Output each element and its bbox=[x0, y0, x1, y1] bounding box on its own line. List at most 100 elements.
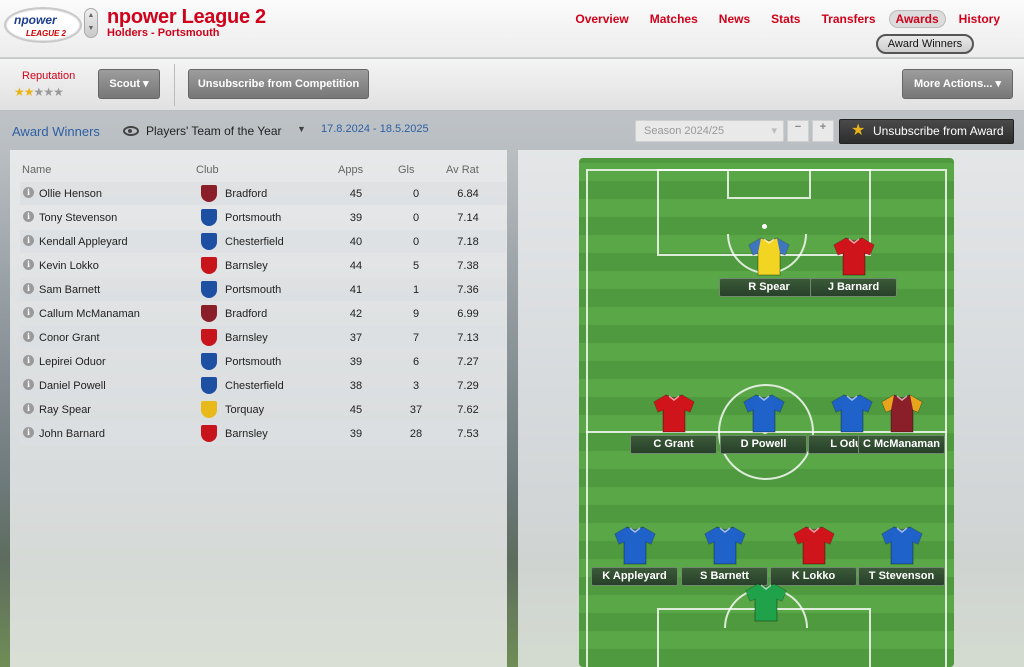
nav-stats[interactable]: Stats bbox=[763, 10, 808, 28]
player-shirt-icon[interactable] bbox=[792, 525, 836, 565]
player-shirt-icon[interactable] bbox=[652, 393, 696, 433]
unsubscribe-award-button[interactable]: ★ Unsubscribe from Award bbox=[839, 119, 1014, 144]
player-club[interactable]: Bradford bbox=[225, 188, 267, 200]
info-icon[interactable]: i bbox=[23, 211, 34, 222]
player-name[interactable]: Sam Barnett bbox=[39, 284, 100, 296]
player-name[interactable]: John Barnard bbox=[39, 428, 105, 440]
goal-area-top bbox=[727, 169, 811, 199]
info-icon[interactable]: i bbox=[23, 331, 34, 342]
table-row[interactable]: i Lepirei Oduor Portsmouth 39 6 7.27 bbox=[20, 350, 506, 373]
player-name[interactable]: Kevin Lokko bbox=[39, 260, 99, 272]
player-club[interactable]: Bradford bbox=[225, 308, 267, 320]
player-avrat: 7.29 bbox=[457, 380, 479, 392]
player-shirt-icon[interactable] bbox=[613, 525, 657, 565]
club-crest-icon bbox=[201, 233, 217, 250]
player-shirt-icon[interactable] bbox=[747, 236, 791, 276]
nav-transfers[interactable]: Transfers bbox=[813, 10, 883, 28]
pitch-player-name[interactable]: R Spear bbox=[719, 278, 819, 297]
eye-icon[interactable] bbox=[123, 126, 139, 136]
season-next-button[interactable]: + bbox=[812, 120, 834, 142]
info-icon[interactable]: i bbox=[23, 283, 34, 294]
table-row[interactable]: i Ray Spear Torquay 45 37 7.62 bbox=[20, 398, 506, 421]
star-icon: ★ bbox=[851, 122, 866, 139]
chevron-down-icon[interactable]: ▼ bbox=[297, 124, 306, 134]
player-name[interactable]: Callum McManaman bbox=[39, 308, 140, 320]
player-avrat: 7.14 bbox=[457, 212, 479, 224]
table-row[interactable]: i John Barnard Barnsley 39 28 7.53 bbox=[20, 422, 506, 445]
player-club[interactable]: Portsmouth bbox=[225, 356, 281, 368]
player-shirt-icon[interactable] bbox=[832, 236, 876, 276]
player-club[interactable]: Chesterfield bbox=[225, 236, 284, 248]
info-icon[interactable]: i bbox=[23, 379, 34, 390]
info-icon[interactable]: i bbox=[23, 427, 34, 438]
table-row[interactable]: i Kendall Appleyard Chesterfield 40 0 7.18 bbox=[20, 230, 506, 253]
top-nav: Overview Matches News Stats Transfers Aw… bbox=[562, 10, 1008, 28]
star-icon: ★ bbox=[43, 85, 54, 99]
nav-news[interactable]: News bbox=[711, 10, 758, 28]
award-selector[interactable]: Players' Team of the Year bbox=[146, 124, 282, 138]
player-name[interactable]: Tony Stevenson bbox=[39, 212, 117, 224]
pitch-player-name[interactable]: C McManaman bbox=[858, 435, 945, 454]
info-icon[interactable]: i bbox=[23, 259, 34, 270]
info-icon[interactable]: i bbox=[23, 307, 34, 318]
table-row[interactable]: i Callum McManaman Bradford 42 9 6.99 bbox=[20, 302, 506, 325]
nav-overview[interactable]: Overview bbox=[567, 10, 636, 28]
col-header-gls[interactable]: Gls bbox=[398, 164, 415, 176]
player-club[interactable]: Barnsley bbox=[225, 260, 268, 272]
col-header-apps[interactable]: Apps bbox=[338, 164, 363, 176]
player-name[interactable]: Lepirei Oduor bbox=[39, 356, 106, 368]
table-row[interactable]: i Daniel Powell Chesterfield 38 3 7.29 bbox=[20, 374, 506, 397]
pitch-player-name[interactable]: D Powell bbox=[720, 435, 807, 454]
player-club[interactable]: Barnsley bbox=[225, 332, 268, 344]
season-select[interactable]: Season 2024/25 bbox=[635, 120, 784, 142]
more-actions-button[interactable]: More Actions... ▾ bbox=[902, 69, 1013, 99]
subnav-award-winners[interactable]: Award Winners bbox=[876, 34, 974, 54]
info-icon[interactable]: i bbox=[23, 403, 34, 414]
player-apps: 40 bbox=[349, 236, 363, 248]
player-name[interactable]: Ray Spear bbox=[39, 404, 91, 416]
player-name[interactable]: Daniel Powell bbox=[39, 380, 106, 392]
pitch-player-name[interactable]: T Stevenson bbox=[858, 567, 945, 586]
table-row[interactable]: i Conor Grant Barnsley 37 7 7.13 bbox=[20, 326, 506, 349]
table-row[interactable]: i Tony Stevenson Portsmouth 39 0 7.14 bbox=[20, 206, 506, 229]
player-apps: 38 bbox=[349, 380, 363, 392]
nav-matches[interactable]: Matches bbox=[642, 10, 706, 28]
scout-button[interactable]: Scout ▾ bbox=[98, 69, 160, 99]
competition-switcher[interactable]: ▲ ▼ bbox=[84, 8, 98, 38]
player-club[interactable]: Chesterfield bbox=[225, 380, 284, 392]
col-header-name[interactable]: Name bbox=[22, 164, 51, 176]
table-row[interactable]: i Ollie Henson Bradford 45 0 6.84 bbox=[20, 182, 506, 205]
pitch-player-name[interactable]: K Appleyard bbox=[591, 567, 678, 586]
player-club[interactable]: Portsmouth bbox=[225, 212, 281, 224]
player-club[interactable]: Torquay bbox=[225, 404, 264, 416]
table-row[interactable]: i Kevin Lokko Barnsley 44 5 7.38 bbox=[20, 254, 506, 277]
player-apps: 41 bbox=[349, 284, 363, 296]
info-icon[interactable]: i bbox=[23, 187, 34, 198]
player-apps: 44 bbox=[349, 260, 363, 272]
player-shirt-icon[interactable] bbox=[703, 525, 747, 565]
player-apps: 42 bbox=[349, 308, 363, 320]
info-icon[interactable]: i bbox=[23, 355, 34, 366]
player-shirt-icon[interactable] bbox=[742, 393, 786, 433]
player-club[interactable]: Barnsley bbox=[225, 428, 268, 440]
col-header-club[interactable]: Club bbox=[196, 164, 219, 176]
unsubscribe-competition-button[interactable]: Unsubscribe from Competition bbox=[188, 69, 369, 99]
info-icon[interactable]: i bbox=[23, 235, 34, 246]
player-shirt-icon[interactable] bbox=[830, 393, 874, 433]
page-title: npower League 2 bbox=[107, 6, 266, 28]
player-shirt-icon[interactable] bbox=[880, 393, 924, 433]
player-name[interactable]: Conor Grant bbox=[39, 332, 100, 344]
player-shirt-icon[interactable] bbox=[744, 582, 788, 622]
col-header-avrat[interactable]: Av Rat bbox=[446, 164, 479, 176]
player-club[interactable]: Portsmouth bbox=[225, 284, 281, 296]
pitch-player-name[interactable]: C Grant bbox=[630, 435, 717, 454]
player-name[interactable]: Ollie Henson bbox=[39, 188, 102, 200]
nav-history[interactable]: History bbox=[951, 10, 1008, 28]
season-prev-button[interactable]: − bbox=[787, 120, 809, 142]
player-shirt-icon[interactable] bbox=[880, 525, 924, 565]
table-row[interactable]: i Sam Barnett Portsmouth 41 1 7.36 bbox=[20, 278, 506, 301]
nav-awards[interactable]: Awards bbox=[888, 10, 946, 28]
club-crest-icon bbox=[201, 329, 217, 346]
player-name[interactable]: Kendall Appleyard bbox=[39, 236, 128, 248]
pitch-player-name[interactable]: J Barnard bbox=[810, 278, 897, 297]
